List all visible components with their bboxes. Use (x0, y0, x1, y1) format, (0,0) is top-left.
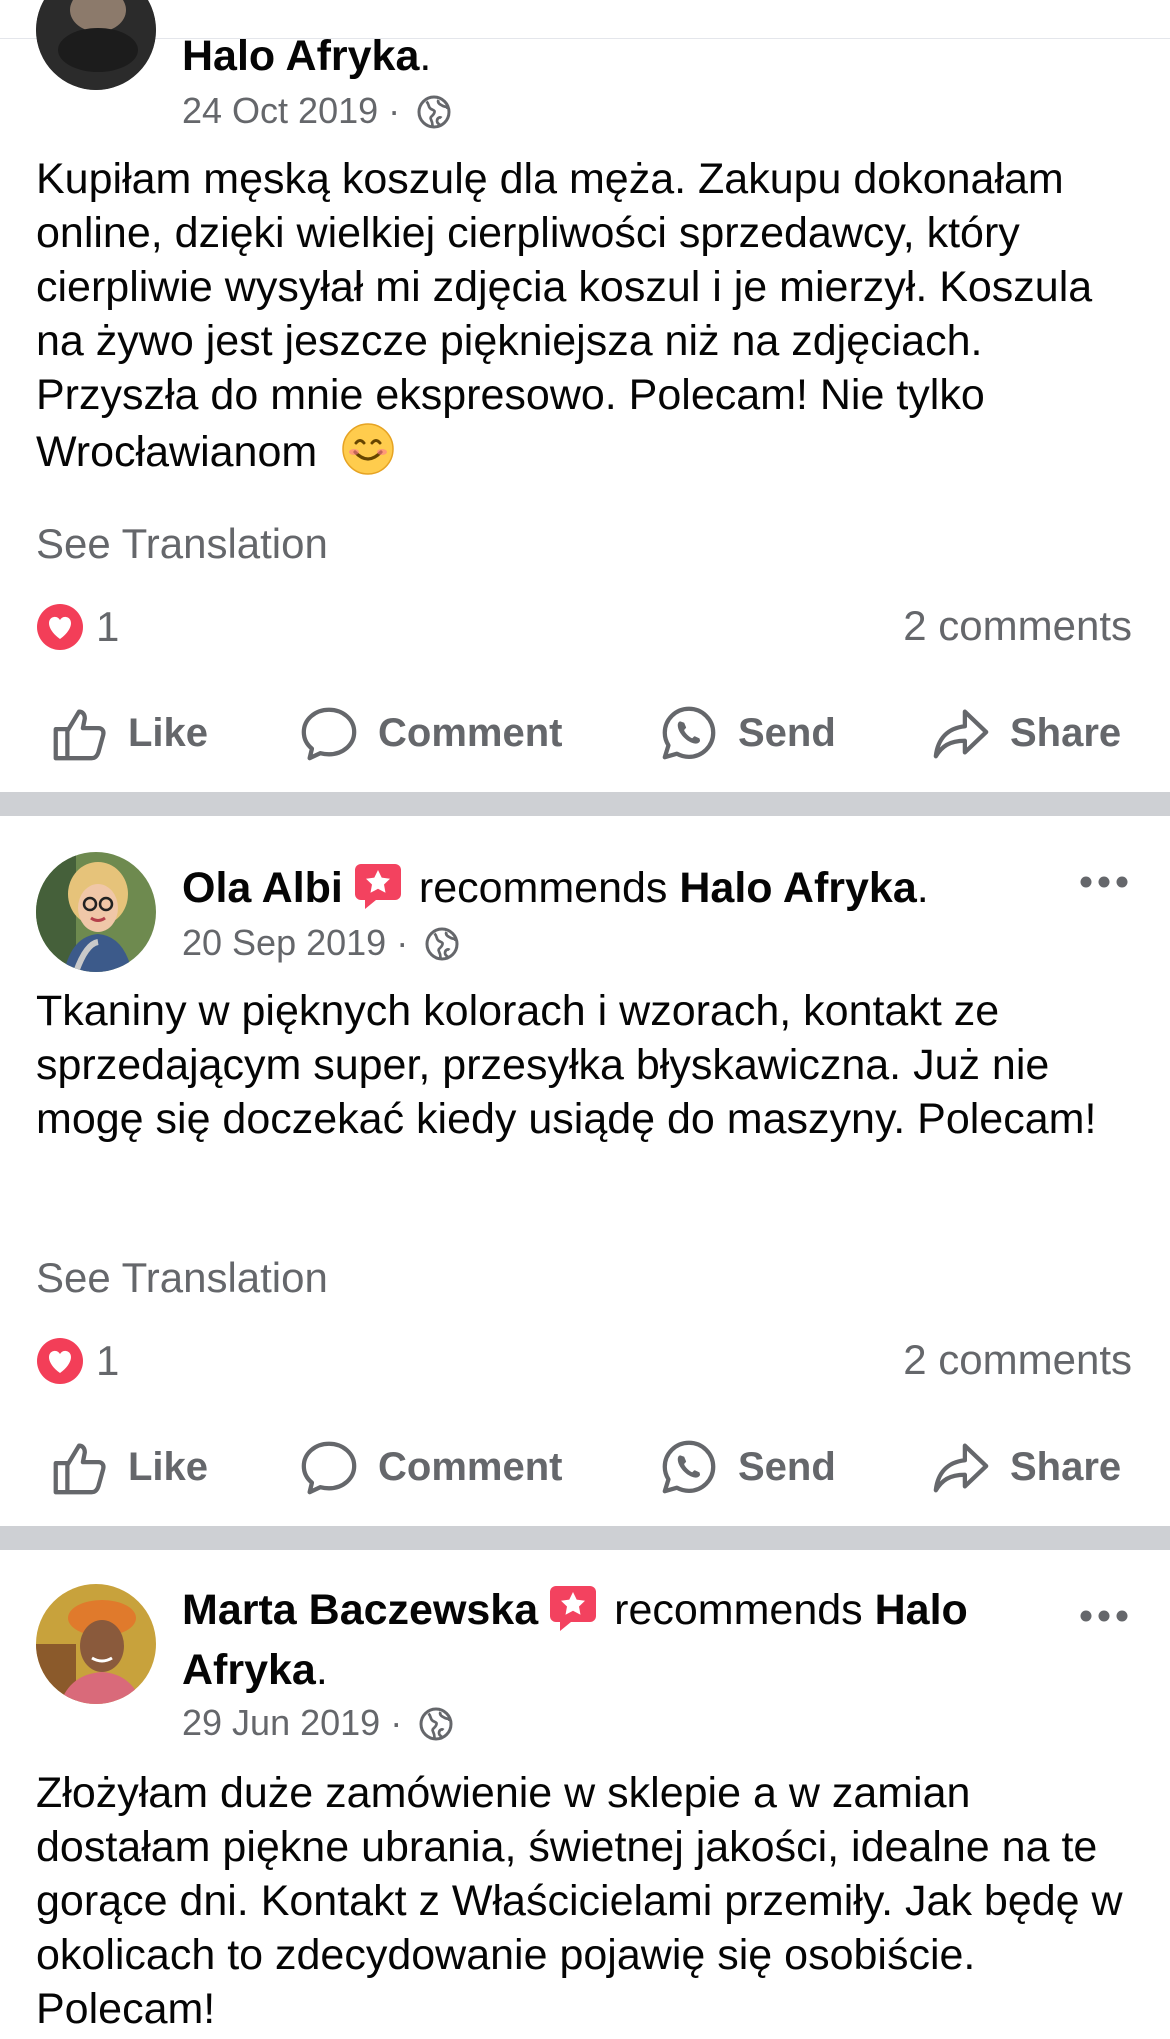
post-text: Złożyłam duże zamówienie w sklepie a w z… (36, 1769, 1123, 2033)
author-name-link[interactable]: Ola Albi (182, 864, 343, 912)
recommend-badge-icon (550, 1586, 597, 1631)
whatsapp-send-icon (662, 1440, 716, 1494)
share-icon (933, 709, 989, 759)
page-name-link[interactable]: Halo Afryka (679, 864, 916, 912)
post-header: Halo Afryka. (182, 32, 432, 80)
like-button[interactable]: Like (48, 698, 208, 768)
like-icon (53, 709, 106, 761)
post-separator (0, 792, 1170, 816)
heart-reaction-icon (37, 1338, 83, 1384)
post-text: Tkaniny w pięknych kolorach i wzorach, k… (36, 987, 1097, 1143)
share-button[interactable]: Share (930, 1432, 1121, 1502)
share-icon (933, 1443, 989, 1493)
status-bar-area (0, 0, 1170, 39)
post-separator (0, 1526, 1170, 1550)
like-icon (53, 1443, 106, 1495)
post-date[interactable]: 20 Sep 2019 (182, 922, 386, 963)
reaction-count: 1 (96, 603, 120, 650)
post-1: Halo Afryka. 24 Oct 2019 · Kupiłam męską… (0, 0, 1170, 790)
globe-icon (425, 927, 459, 961)
whatsapp-send-icon (662, 706, 716, 760)
post-3: Marta Baczewska recommends Halo Afryka. 2… (0, 1550, 1170, 2039)
post-2: Ola Albi recommends Halo Afryka. 20 Sep 2… (0, 816, 1170, 1526)
send-button[interactable]: Send (658, 1432, 836, 1502)
reaction-summary[interactable]: 1 (36, 602, 119, 652)
post-meta: 29 Jun 2019 · (182, 1702, 454, 1744)
recommend-badge-icon (354, 864, 401, 909)
reaction-summary[interactable]: 1 (36, 1336, 119, 1386)
send-button[interactable]: Send (658, 698, 836, 768)
more-options-icon[interactable] (1078, 1608, 1130, 1624)
comment-button[interactable]: Comment (298, 1432, 562, 1502)
post-meta: 20 Sep 2019 · (182, 922, 460, 964)
more-options-icon[interactable] (1078, 874, 1130, 890)
see-translation-link[interactable]: See Translation (36, 1254, 328, 1302)
avatar[interactable] (36, 0, 156, 90)
post-date[interactable]: 29 Jun 2019 (182, 1702, 380, 1743)
post-text: Kupiłam męską koszulę dla męża. Zakupu d… (36, 155, 1093, 476)
page-name-link[interactable]: Halo Afryka (182, 32, 419, 80)
like-button[interactable]: Like (48, 1432, 208, 1502)
smiling-face-emoji-icon (342, 423, 394, 475)
post-header: Marta Baczewska recommends Halo (182, 1586, 968, 1634)
globe-icon (417, 95, 451, 129)
post-date[interactable]: 24 Oct 2019 (182, 90, 378, 131)
comments-count-link[interactable]: 2 comments (903, 1336, 1132, 1384)
post-meta: 24 Oct 2019 · (182, 90, 452, 132)
globe-icon (419, 1707, 453, 1741)
post-header: Ola Albi recommends Halo Afryka. (182, 864, 929, 912)
page-name-link[interactable]: Afryka (182, 1646, 316, 1694)
comment-icon (301, 1441, 357, 1495)
reaction-count: 1 (96, 1337, 120, 1384)
see-translation-link[interactable]: See Translation (36, 520, 328, 568)
avatar[interactable] (36, 1584, 156, 1704)
page-name-link[interactable]: Halo (875, 1586, 968, 1634)
author-name-link[interactable]: Marta Baczewska (182, 1586, 538, 1634)
comment-button[interactable]: Comment (298, 698, 562, 768)
share-button[interactable]: Share (930, 698, 1121, 768)
comment-icon (301, 707, 357, 761)
post-header-continued: Afryka. (182, 1646, 328, 1694)
avatar[interactable] (36, 852, 156, 972)
comments-count-link[interactable]: 2 comments (903, 602, 1132, 650)
heart-reaction-icon (37, 604, 83, 650)
